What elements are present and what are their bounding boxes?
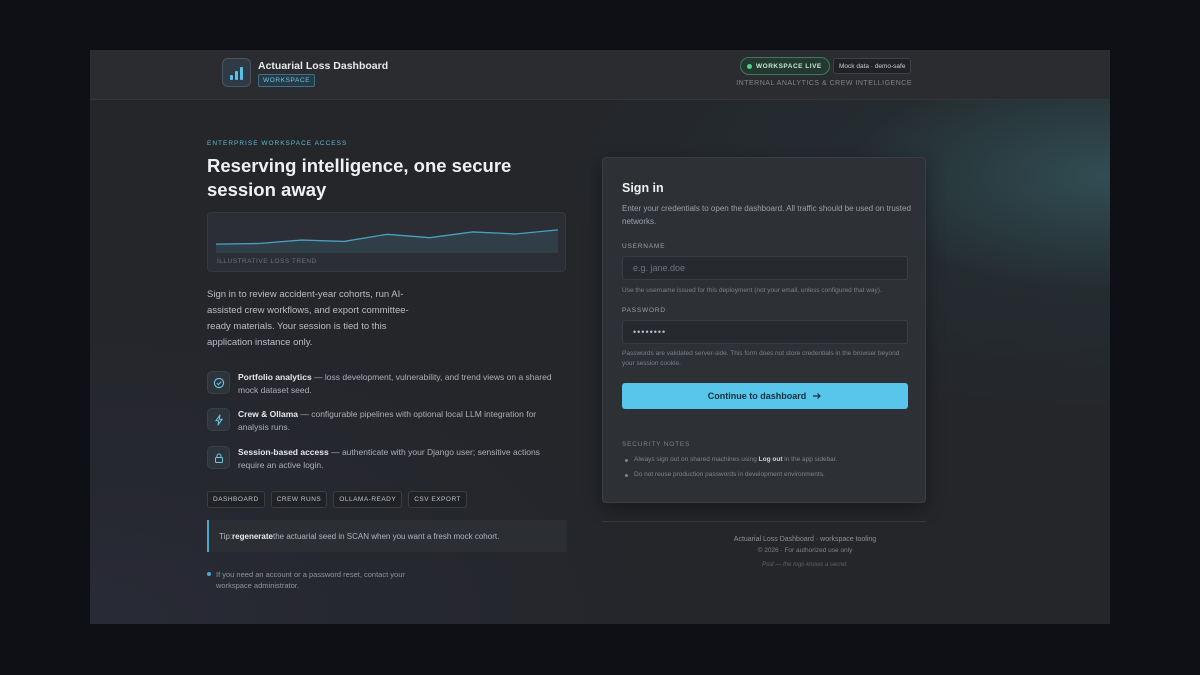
sign-in-title: Sign in <box>622 181 664 195</box>
contact-note: If you need an account or a password res… <box>207 569 407 591</box>
username-label: USERNAME <box>622 243 666 250</box>
contact-text: If you need an account or a password res… <box>216 570 405 590</box>
feature-title: Portfolio analytics <box>238 372 312 382</box>
tag-crew-runs: CREW RUNS <box>270 491 328 508</box>
bar-chart-logo-icon[interactable] <box>222 58 251 87</box>
workspace-live-label: WORKSPACE LIVE <box>756 62 822 70</box>
footer-copyright: © 2026 · For authorized use only <box>757 547 853 554</box>
top-bar: Actuarial Loss Dashboard WORKSPACE WORKS… <box>90 50 1110 100</box>
username-input[interactable] <box>622 256 908 280</box>
note-text: Do not reuse production passwords in dev… <box>634 471 825 478</box>
tip-text: the actuarial seed in SCAN when you want… <box>272 531 500 541</box>
password-help: Passwords are validated server-side. Thi… <box>622 350 900 367</box>
footer-divider <box>602 521 926 522</box>
feature-text: Portfolio analytics — loss development, … <box>238 371 568 397</box>
lock-icon <box>207 446 230 469</box>
bullet-dot-icon <box>625 459 628 462</box>
security-note: Do not reuse production passwords in dev… <box>622 471 912 478</box>
continue-to-dashboard-button[interactable]: Continue to dashboard <box>622 383 908 409</box>
check-circle-icon <box>207 371 230 394</box>
sign-in-description: Enter your credentials to open the dashb… <box>622 204 911 226</box>
tip-prefix: Tip: <box>219 531 233 541</box>
feature-text: Session-based access — authenticate with… <box>238 446 568 472</box>
arrow-right-icon <box>813 393 822 399</box>
page-title: Reserving intelligence, one secure sessi… <box>207 155 512 200</box>
hero-eyebrow: ENTERPRISE WORKSPACE ACCESS <box>207 140 348 147</box>
password-input[interactable] <box>622 320 908 344</box>
note-text: Always sign out on shared machines using <box>634 456 759 463</box>
tag-dashboard: DASHBOARD <box>207 491 265 508</box>
bullet-dot-icon <box>207 572 211 576</box>
app-title: Actuarial Loss Dashboard <box>258 60 389 72</box>
security-notes-title: SECURITY NOTES <box>622 441 691 448</box>
tip-callout: Tip: regenerate the actuarial seed in SCAN… <box>207 520 567 552</box>
button-label: Continue to dashboard <box>707 391 807 401</box>
log-out-reference: Log out <box>758 456 783 463</box>
username-help: Use the username issued for this deploym… <box>622 287 882 294</box>
mock-data-pill: Mock data · demo-safe <box>833 58 912 74</box>
bullet-dot-icon <box>625 474 628 477</box>
loss-trend-chart: ILLUSTRATIVE LOSS TREND <box>207 212 566 272</box>
tag-ollama-ready: OLLAMA-READY <box>333 491 403 508</box>
status-dot-icon <box>747 63 752 69</box>
feature-text: Crew & Ollama — configurable pipelines w… <box>238 408 568 434</box>
feature-tags: DASHBOARD CREW RUNS OLLAMA-READY CSV EXP… <box>207 491 467 508</box>
feature-title: Crew & Ollama <box>238 409 298 419</box>
tip-keyword: regenerate <box>232 531 273 541</box>
footer-easter-egg: Psst — the logo knows a secret. <box>762 562 848 568</box>
workspace-badge: WORKSPACE <box>258 74 316 87</box>
feature-title: Session-based access <box>238 447 329 457</box>
workspace-live-pill: WORKSPACE LIVE <box>740 57 830 75</box>
sign-in-card: Sign in Enter your credentials to open t… <box>602 157 926 503</box>
tag-csv-export: CSV EXPORT <box>408 491 467 508</box>
header-subtitle: INTERNAL ANALYTICS & CREW INTELLIGENCE <box>736 80 912 87</box>
note-text: in the app sidebar. <box>782 456 838 463</box>
password-label: PASSWORD <box>622 307 666 314</box>
chart-caption: ILLUSTRATIVE LOSS TREND <box>217 258 317 265</box>
lightning-icon <box>207 408 230 431</box>
app-window: Actuarial Loss Dashboard WORKSPACE WORKS… <box>90 50 1110 624</box>
footer-app-line: Actuarial Loss Dashboard · workspace too… <box>733 536 877 543</box>
security-note: Always sign out on shared machines using… <box>622 456 912 463</box>
intro-text: Sign in to review accident-year cohorts,… <box>207 289 409 348</box>
